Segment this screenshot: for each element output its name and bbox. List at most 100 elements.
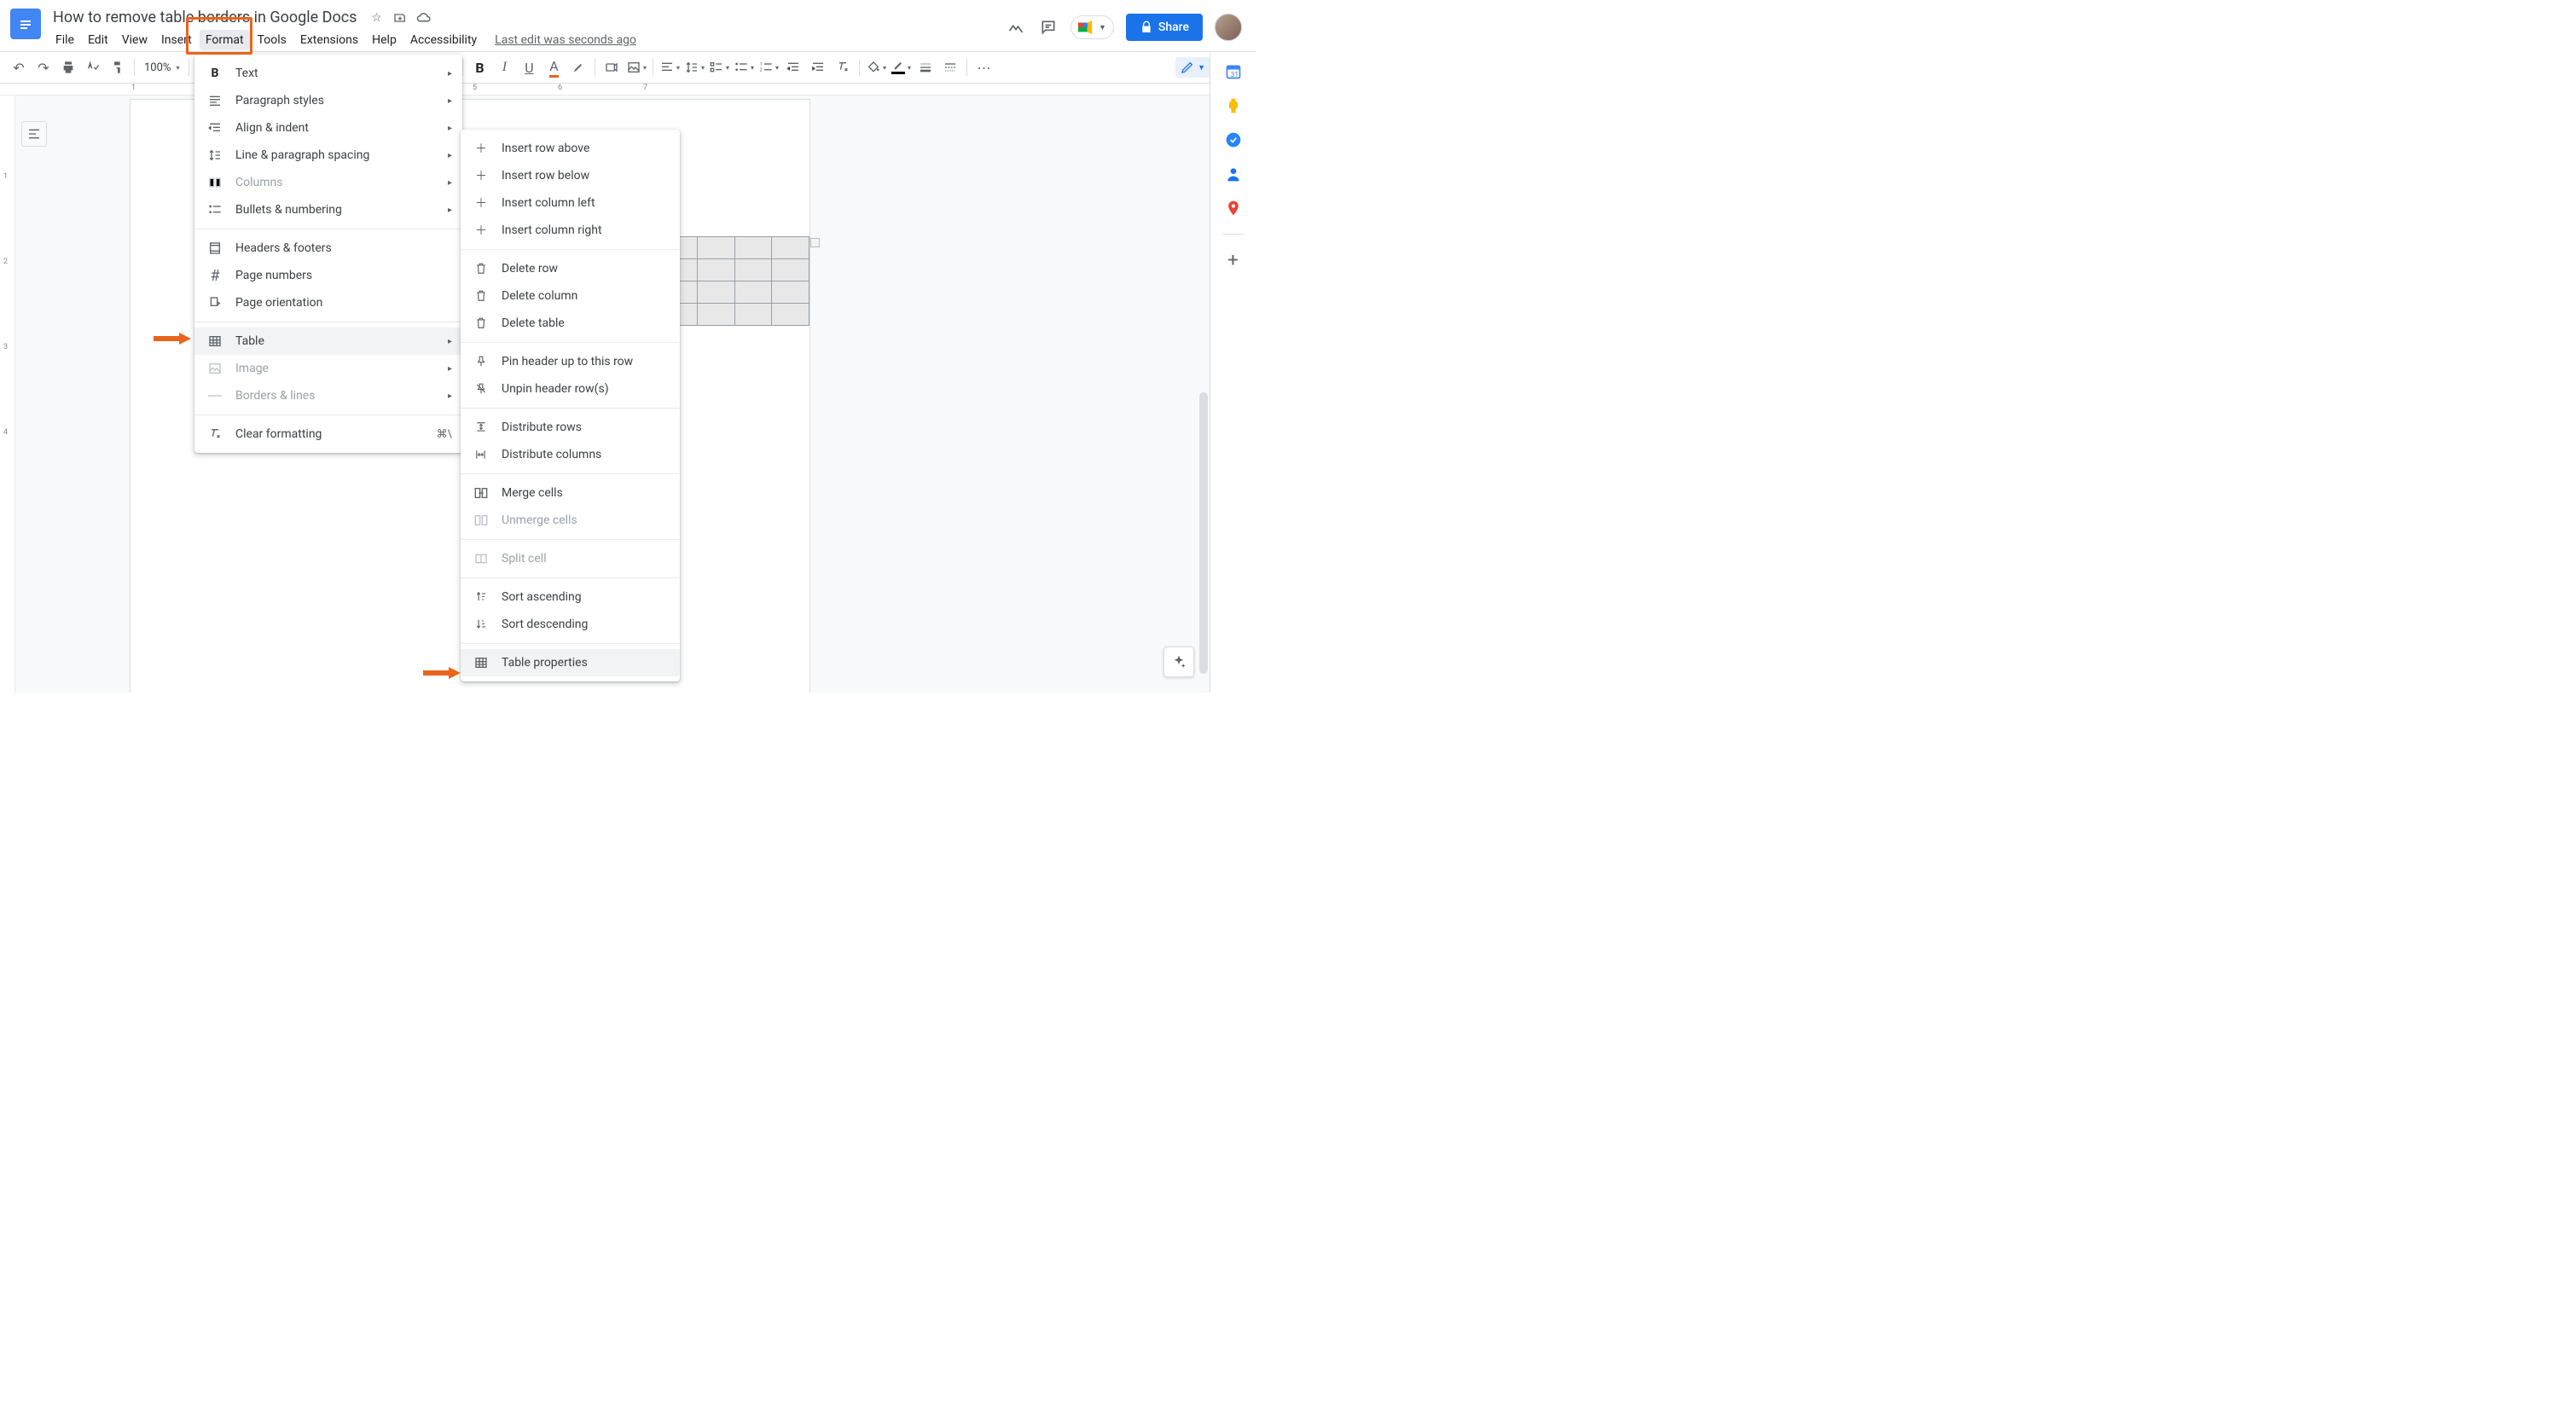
image-icon [206,360,223,377]
menu-extensions[interactable]: Extensions [294,30,364,50]
cell-fill-button[interactable] [864,55,888,79]
insert-column-right[interactable]: ＋Insert column right [461,217,680,244]
border-color-button[interactable] [889,55,913,79]
text-color-button[interactable]: A [542,55,566,79]
svg-text:31: 31 [1230,71,1238,79]
menu-accessibility[interactable]: Accessibility [404,30,483,50]
meet-button[interactable]: ▼ [1070,15,1114,39]
underline-button[interactable]: U [517,55,541,79]
line-spacing-button[interactable] [682,55,706,79]
keep-icon[interactable] [1225,97,1242,114]
hash-icon: # [206,267,223,284]
table-submenu: ＋Insert row above ＋Insert row below ＋Ins… [461,130,680,682]
show-outline-button[interactable] [21,121,47,147]
insert-image-button[interactable] [624,55,648,79]
insert-link-button[interactable] [600,55,624,79]
vertical-scrollbar[interactable] [1199,392,1208,674]
format-align-indent[interactable]: Align & indent▸ [194,114,462,142]
format-line-spacing[interactable]: Line & paragraph spacing▸ [194,142,462,169]
numbered-list-button[interactable]: 12 [757,55,780,79]
bold-button[interactable]: B [467,55,491,79]
italic-button[interactable]: I [492,55,516,79]
plus-icon: ＋ [473,167,490,184]
format-page-numbers[interactable]: # Page numbers [194,262,462,289]
contacts-icon[interactable] [1225,165,1242,183]
delete-column[interactable]: Delete column [461,282,680,310]
border-width-button[interactable] [914,55,937,79]
account-avatar[interactable] [1215,14,1242,41]
document-title[interactable]: How to remove table borders in Google Do… [49,7,360,28]
menu-format[interactable]: Format [200,30,250,50]
highlight-button[interactable] [566,55,590,79]
ruler-tick: 7 [643,84,647,92]
unpin-icon [473,380,490,397]
lock-icon [1140,20,1153,34]
last-edit-link[interactable]: Last edit was seconds ago [495,30,636,50]
table-icon [473,654,490,671]
paint-format-button[interactable] [106,55,130,79]
svg-text:1: 1 [760,62,763,67]
share-button[interactable]: Share [1126,14,1203,41]
add-addon-icon[interactable]: + [1225,252,1242,269]
calendar-icon[interactable]: 31 [1225,63,1242,80]
explore-button[interactable] [1163,647,1194,677]
format-table[interactable]: Table▸ [194,328,462,355]
zoom-select[interactable]: 100% [139,55,184,79]
bullet-list-button[interactable] [732,55,756,79]
share-label: Share [1158,20,1189,34]
editing-mode-button[interactable]: ▼ [1175,57,1210,78]
insert-column-left[interactable]: ＋Insert column left [461,189,680,217]
activity-icon[interactable] [1006,17,1026,38]
menu-view[interactable]: View [116,30,154,50]
table-handle[interactable] [810,238,820,247]
clear-formatting-button[interactable] [831,55,855,79]
menu-help[interactable]: Help [366,30,403,50]
menu-edit[interactable]: Edit [82,30,114,50]
distribute-rows[interactable]: Distribute rows [461,414,680,441]
menu-file[interactable]: File [49,30,80,50]
insert-row-below[interactable]: ＋Insert row below [461,162,680,189]
cloud-status-icon[interactable] [416,10,432,26]
delete-row[interactable]: Delete row [461,255,680,282]
horizontal-ruler[interactable]: 1 2 3 4 5 6 7 [0,84,1256,96]
docs-app-icon[interactable] [10,9,41,39]
distribute-columns[interactable]: Distribute columns [461,441,680,468]
format-bullets-numbering[interactable]: Bullets & numbering▸ [194,196,462,223]
format-text[interactable]: B Text▸ [194,60,462,87]
sort-asc-icon [473,589,490,606]
spellcheck-button[interactable] [81,55,105,79]
table-properties[interactable]: Table properties [461,649,680,676]
vertical-ruler[interactable]: 1 2 3 4 [0,96,15,693]
menu-insert[interactable]: Insert [155,30,198,50]
decrease-indent-button[interactable] [781,55,805,79]
border-style-button[interactable] [938,55,962,79]
undo-button[interactable]: ↶ [7,55,31,79]
pin-icon [473,353,490,370]
distribute-cols-icon [473,446,490,463]
plus-icon: ＋ [473,140,490,157]
delete-table[interactable]: Delete table [461,310,680,337]
merge-cells[interactable]: Merge cells [461,479,680,507]
more-button[interactable]: ⋯ [972,55,995,79]
format-headers-footers[interactable]: Headers & footers [194,235,462,262]
checklist-button[interactable] [707,55,731,79]
sort-ascending[interactable]: Sort ascending [461,583,680,611]
pin-header-row[interactable]: Pin header up to this row [461,348,680,375]
unpin-header-rows[interactable]: Unpin header row(s) [461,375,680,403]
orientation-icon [206,294,223,311]
increase-indent-button[interactable] [806,55,830,79]
format-clear-formatting[interactable]: Clear formatting ⌘\ [194,420,462,448]
star-icon[interactable]: ☆ [368,10,384,26]
move-icon[interactable] [392,10,408,26]
insert-row-above[interactable]: ＋Insert row above [461,135,680,162]
print-button[interactable] [56,55,80,79]
menu-tools[interactable]: Tools [252,30,293,50]
align-button[interactable] [658,55,682,79]
format-paragraph-styles[interactable]: Paragraph styles▸ [194,87,462,114]
sort-descending[interactable]: Sort descending [461,611,680,638]
tasks-icon[interactable] [1225,131,1242,148]
comments-icon[interactable] [1038,17,1059,38]
redo-button[interactable]: ↷ [32,55,55,79]
maps-icon[interactable] [1225,200,1242,217]
format-page-orientation[interactable]: Page orientation [194,289,462,316]
